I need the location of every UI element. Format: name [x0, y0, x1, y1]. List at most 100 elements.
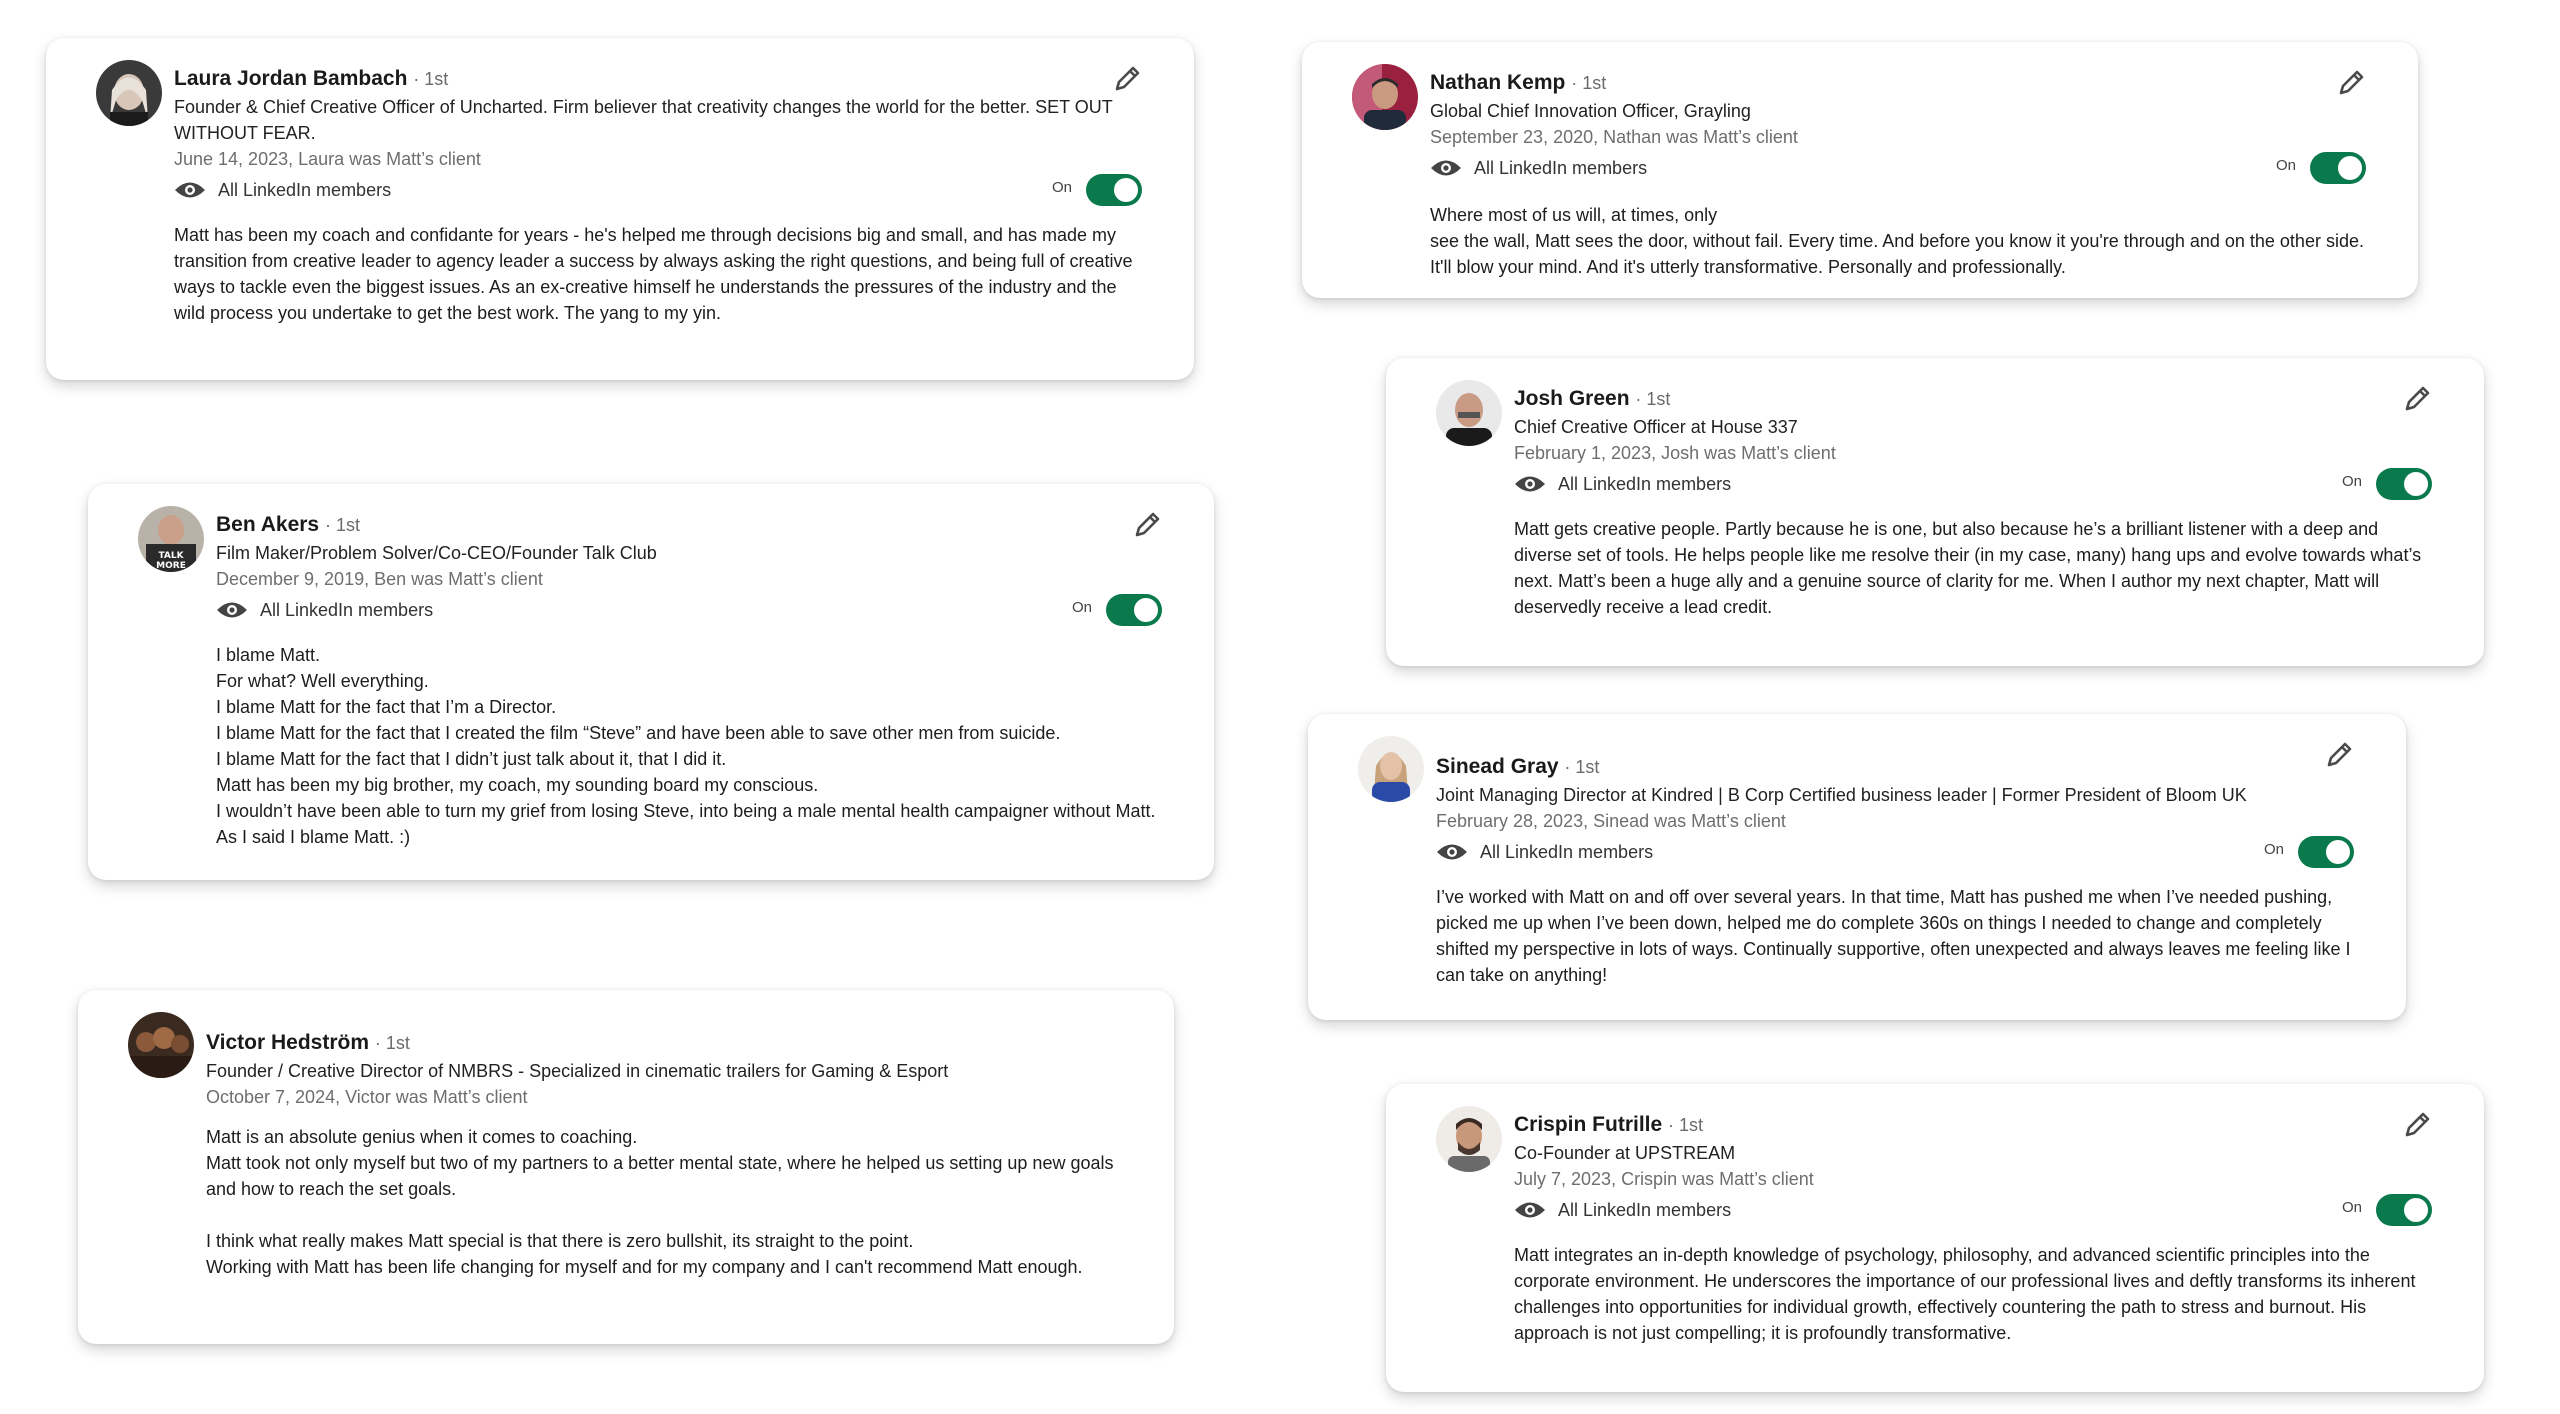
visibility-label: All LinkedIn members — [1474, 158, 1648, 178]
visibility-label: All LinkedIn members — [218, 180, 392, 200]
recommendation-date: February 1, 2023, Josh was Matt’s client — [1514, 443, 1836, 463]
recommender-headline: Film Maker/Problem Solver/Co-CEO/Founder… — [216, 543, 657, 563]
toggle-state-label: On — [2263, 841, 2284, 858]
visibility-row: All LinkedIn members On — [1514, 1194, 2432, 1226]
eye-icon — [1515, 1202, 1545, 1218]
visibility-row: All LinkedIn members On — [1514, 468, 2432, 500]
visibility-label: All LinkedIn members — [260, 600, 434, 620]
avatar[interactable] — [1436, 380, 1502, 446]
avatar[interactable] — [1352, 64, 1418, 130]
recommender-headline: Chief Creative Officer at House 337 — [1514, 417, 1798, 437]
recommendation-card: Nathan Kemp · 1st Global Chief Innovatio… — [1302, 42, 2418, 298]
visibility-row: All LinkedIn members On — [1430, 152, 2366, 184]
connection-degree: · 1st — [413, 69, 449, 89]
toggle-state-label: On — [1071, 599, 1092, 616]
recommender-name[interactable]: Victor Hedström — [206, 1031, 369, 1054]
recommendation-date: October 7, 2024, Victor was Matt’s clien… — [206, 1087, 528, 1107]
recommendation-card: Laura Jordan Bambach · 1st Founder & Chi… — [46, 38, 1194, 380]
eye-icon — [175, 182, 205, 198]
recommendation-text: Where most of us will, at times, only se… — [1430, 205, 2364, 277]
recommendation-card: Crispin Futrille · 1st Co-Founder at UPS… — [1386, 1084, 2484, 1392]
recommender-name[interactable]: Sinead Gray — [1436, 755, 1559, 778]
recommender-name[interactable]: Ben Akers — [216, 513, 319, 536]
card-content: Laura Jordan Bambach · 1st Founder & Chi… — [174, 64, 1142, 326]
avatar[interactable] — [128, 1012, 194, 1078]
card-content: Crispin Futrille · 1st Co-Founder at UPS… — [1514, 1110, 2432, 1346]
svg-text:TALK: TALK — [158, 551, 184, 561]
card-content: Ben Akers · 1st Film Maker/Problem Solve… — [216, 510, 1162, 850]
connection-degree: · 1st — [324, 515, 360, 535]
toggle-knob — [2404, 472, 2428, 496]
recommendation-text: Matt is an absolute genius when it comes… — [206, 1127, 1114, 1277]
eye-icon — [1437, 844, 1467, 860]
recommender-name[interactable]: Josh Green — [1514, 387, 1630, 410]
recommendation-date: June 14, 2023, Laura was Matt’s client — [174, 149, 481, 169]
recommendation-card: Sinead Gray · 1st Joint Managing Directo… — [1308, 714, 2406, 1020]
recommendation-text: Matt gets creative people. Partly becaus… — [1514, 519, 2422, 617]
recommender-name[interactable]: Nathan Kemp — [1430, 71, 1565, 94]
recommendation-date: February 28, 2023, Sinead was Matt’s cli… — [1436, 811, 1786, 831]
name-line: Sinead Gray · 1st — [1436, 752, 2354, 782]
toggle-knob — [2338, 156, 2362, 180]
avatar[interactable]: TALK MORE — [138, 506, 204, 572]
toggle-state-label: On — [1051, 179, 1072, 196]
visibility-toggle[interactable] — [2376, 1194, 2432, 1226]
name-line: Victor Hedström · 1st — [206, 1028, 1122, 1058]
card-content: Sinead Gray · 1st Joint Managing Directo… — [1436, 752, 2354, 988]
name-line: Ben Akers · 1st — [216, 510, 1162, 540]
recommendation-card: Josh Green · 1st Chief Creative Officer … — [1386, 358, 2484, 666]
card-content: Josh Green · 1st Chief Creative Officer … — [1514, 384, 2432, 620]
visibility-label: All LinkedIn members — [1558, 474, 1732, 494]
visibility-row: All LinkedIn members On — [174, 174, 1142, 206]
avatar[interactable] — [96, 60, 162, 126]
visibility-toggle[interactable] — [1086, 174, 1142, 206]
toggle-state-label: On — [2341, 1199, 2362, 1216]
eye-icon — [1431, 160, 1461, 176]
recommender-headline: Co-Founder at UPSTREAM — [1514, 1143, 1736, 1163]
card-content: Nathan Kemp · 1st Global Chief Innovatio… — [1430, 68, 2366, 280]
toggle-knob — [1134, 598, 1158, 622]
connection-degree: · 1st — [1635, 389, 1671, 409]
toggle-knob — [2326, 840, 2350, 864]
recommendation-text: I blame Matt. For what? Well everything.… — [216, 645, 1156, 847]
name-line: Nathan Kemp · 1st — [1430, 68, 2366, 98]
recommender-headline: Global Chief Innovation Officer, Graylin… — [1430, 101, 1751, 121]
name-line: Laura Jordan Bambach · 1st — [174, 64, 1142, 94]
connection-degree: · 1st — [374, 1033, 410, 1053]
recommendation-date: September 23, 2020, Nathan was Matt’s cl… — [1430, 127, 1798, 147]
toggle-state-label: On — [2341, 473, 2362, 490]
recommender-headline: Founder / Creative Director of NMBRS - S… — [206, 1061, 949, 1081]
visibility-toggle[interactable] — [2310, 152, 2366, 184]
recommendation-card: TALK MORE Ben Akers · 1st Film Maker/Prob… — [88, 484, 1214, 880]
recommendation-card: Victor Hedström · 1st Founder / Creative… — [78, 990, 1174, 1344]
toggle-state-label: On — [2275, 157, 2296, 174]
visibility-row: All LinkedIn members On — [1436, 836, 2354, 868]
recommendation-date: July 7, 2023, Crispin was Matt’s client — [1514, 1169, 1814, 1189]
recommender-name[interactable]: Crispin Futrille — [1514, 1113, 1662, 1136]
visibility-toggle[interactable] — [2376, 468, 2432, 500]
recommender-name[interactable]: Laura Jordan Bambach — [174, 67, 407, 90]
visibility-label: All LinkedIn members — [1558, 1200, 1732, 1220]
recommendation-date: December 9, 2019, Ben was Matt’s client — [216, 569, 543, 589]
card-content: Victor Hedström · 1st Founder / Creative… — [206, 1028, 1122, 1280]
recommender-headline: Joint Managing Director at Kindred | B C… — [1436, 785, 2247, 805]
visibility-label: All LinkedIn members — [1480, 842, 1654, 862]
recommendation-text: Matt integrates an in-depth knowledge of… — [1514, 1245, 2416, 1343]
connection-degree: · 1st — [1668, 1115, 1704, 1135]
toggle-knob — [1114, 178, 1138, 202]
name-line: Josh Green · 1st — [1514, 384, 2432, 414]
connection-degree: · 1st — [1564, 757, 1600, 777]
visibility-row: All LinkedIn members On — [216, 594, 1162, 626]
recommendation-text: Matt has been my coach and confidante fo… — [174, 225, 1133, 323]
avatar[interactable] — [1436, 1106, 1502, 1172]
recommendation-text: I’ve worked with Matt on and off over se… — [1436, 887, 2351, 985]
avatar[interactable] — [1358, 736, 1424, 802]
toggle-knob — [2404, 1198, 2428, 1222]
eye-icon — [217, 602, 247, 618]
name-line: Crispin Futrille · 1st — [1514, 1110, 2432, 1140]
visibility-toggle[interactable] — [2298, 836, 2354, 868]
svg-text:MORE: MORE — [156, 561, 186, 571]
connection-degree: · 1st — [1571, 73, 1607, 93]
visibility-toggle[interactable] — [1106, 594, 1162, 626]
recommender-headline: Founder & Chief Creative Officer of Unch… — [174, 97, 1113, 143]
